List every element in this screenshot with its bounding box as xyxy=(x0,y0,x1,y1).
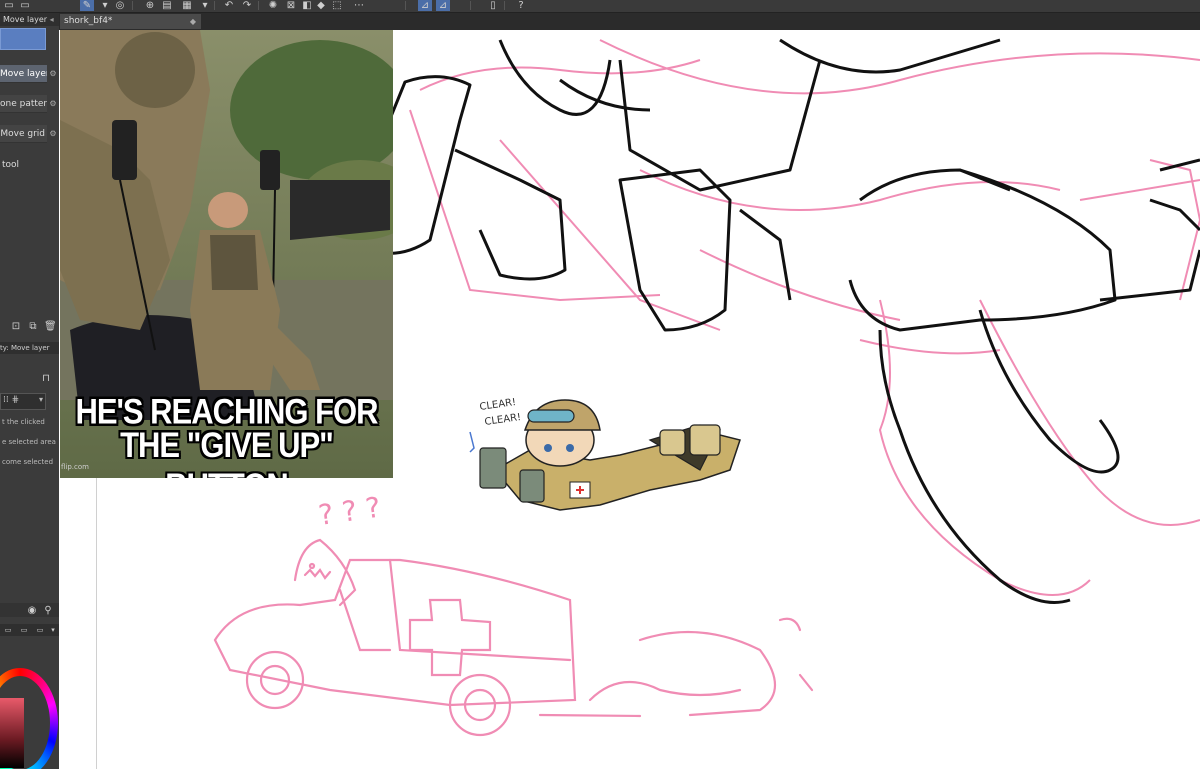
chevron-down-icon[interactable]: ▾ xyxy=(98,0,112,11)
selected-tool-swatch[interactable] xyxy=(0,28,46,50)
top-toolbar: ▭ ▭ ✎ ▾ ◎ ⊕ ▤ ▦ ▾ ↶ ↷ ✺ ⊠ ◧ ◆ ⬚ ⋯ ⊿ ⊿ ▯ … xyxy=(0,0,1200,13)
grid-icon: ⁞⁞ ⋕ xyxy=(3,395,20,405)
question-marks: ? ? ? xyxy=(316,491,382,532)
option-text[interactable]: e selected area xyxy=(2,438,56,446)
document-tab[interactable]: shork_bf4* ◆ xyxy=(60,14,201,29)
loading-icon[interactable]: ✺ xyxy=(266,0,280,11)
record-icon[interactable]: ◎ xyxy=(113,0,127,11)
settings-icon[interactable]: ⚙ xyxy=(47,95,59,113)
tool-tab-icon[interactable]: ▭ xyxy=(2,0,16,11)
new-layer-icon[interactable]: ⊡ xyxy=(10,321,22,332)
phone-icon[interactable]: ▯ xyxy=(486,0,500,11)
settings-icon[interactable]: ⚙ xyxy=(47,65,59,83)
tool-property-panel: Move layer ◂ Move layer ⚙ one pattern ⚙ … xyxy=(0,13,60,769)
copy-layer-icon[interactable]: ⧉ xyxy=(27,321,39,332)
chevron-down-icon[interactable]: ▾ xyxy=(198,0,212,11)
pink-ambulance-sketch xyxy=(213,538,814,737)
clear-text-2: CLEAR! xyxy=(484,412,522,428)
deselect-icon[interactable]: ⋯ xyxy=(352,0,366,11)
subtool-tone-pattern[interactable]: one pattern xyxy=(0,95,47,113)
fill-icon[interactable]: ◧ xyxy=(300,0,314,11)
meme-watermark: flip.com xyxy=(61,463,89,471)
magnify-icon[interactable]: ⚲ xyxy=(42,605,54,616)
help-icon[interactable]: ? xyxy=(514,0,528,11)
black-lineart-figure xyxy=(342,38,1200,604)
pink-sketch-figure xyxy=(409,39,1200,596)
clear-text-1: CLEAR! xyxy=(479,397,517,413)
meme-caption-line-2: THE "GIVE UP" BUTTON xyxy=(120,424,334,478)
panel-tab[interactable]: Move layer ◂ xyxy=(0,13,59,26)
tool-label: tool xyxy=(2,160,20,170)
transform-icon[interactable]: ⬚ xyxy=(330,0,344,11)
trash-icon[interactable]: 🗑 xyxy=(44,321,57,332)
save-icon[interactable]: ▦ xyxy=(180,0,194,11)
tool-tab-icon[interactable]: ▭ xyxy=(18,0,32,11)
open-file-icon[interactable]: ▤ xyxy=(160,0,174,11)
close-icon[interactable]: ◆ xyxy=(190,14,196,29)
subtool-move-layer[interactable]: Move layer xyxy=(0,65,47,83)
color-square[interactable] xyxy=(0,698,24,768)
property-panel-title: ty: Move layer xyxy=(0,342,59,354)
subtool-move-grid[interactable]: Move grid xyxy=(0,125,47,143)
option-text[interactable]: come selected xyxy=(2,458,53,466)
clear-icon[interactable]: ⊠ xyxy=(284,0,298,11)
grid-selector[interactable]: ⁞⁞ ⋕ ▾ xyxy=(0,393,46,410)
bucket-icon[interactable]: ◆ xyxy=(314,0,328,11)
document-tab-bar: shork_bf4* ◆ xyxy=(59,13,1200,30)
lock-icon[interactable]: ⊓ xyxy=(40,373,52,384)
option-text[interactable]: t the clicked xyxy=(2,418,45,426)
snap-ruler-icon[interactable]: ⊿ xyxy=(418,0,432,11)
redo-icon[interactable]: ↷ xyxy=(240,0,254,11)
settings-icon[interactable]: ◉ xyxy=(26,605,38,616)
undo-icon[interactable]: ↶ xyxy=(222,0,236,11)
snap-special-icon[interactable]: ⊿ xyxy=(436,0,450,11)
new-canvas-icon[interactable]: ⊕ xyxy=(143,0,157,11)
panel-footer: ◉ ⚲ xyxy=(0,603,59,617)
settings-icon[interactable]: ⚙ xyxy=(47,125,59,143)
color-panel-tabs[interactable]: ▭ ▭ ▭ ▾ xyxy=(0,624,59,636)
pen-tool-icon[interactable]: ✎ xyxy=(80,0,94,11)
chevron-down-icon: ▾ xyxy=(38,395,43,404)
reference-meme-image[interactable]: HE'S REACHING FOR THE "GIVE UP" BUTTON f… xyxy=(60,30,393,478)
